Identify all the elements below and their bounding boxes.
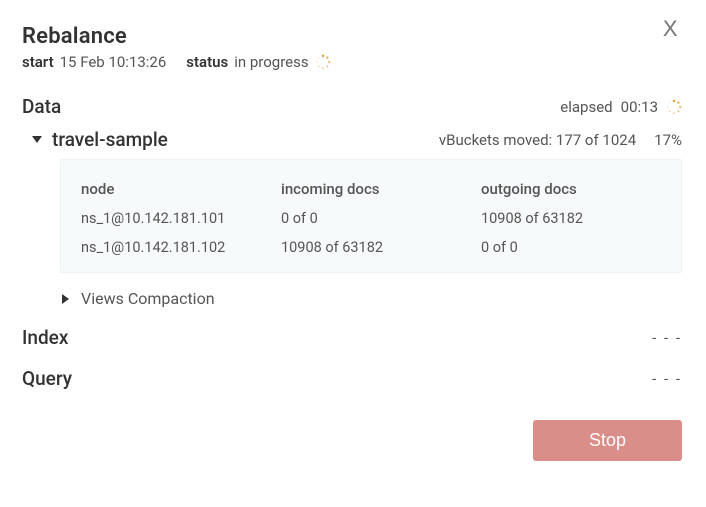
data-section-header: Data elapsed 00:13 — [22, 95, 682, 118]
button-row: Stop — [22, 420, 682, 461]
query-section: Query - - - — [22, 367, 682, 390]
close-button[interactable]: X — [663, 16, 678, 42]
node-table: node incoming docs outgoing docs ns_1@10… — [60, 159, 682, 273]
cell-incoming: 0 of 0 — [281, 210, 481, 227]
bucket-name: travel-sample — [52, 128, 168, 151]
vbuckets-percent: 17% — [654, 131, 682, 149]
col-node: node — [81, 180, 281, 198]
cell-node: ns_1@10.142.181.101 — [81, 210, 281, 227]
query-title: Query — [22, 367, 72, 390]
meta-line: start 15 Feb 10:13:26 status in progress — [22, 53, 682, 71]
views-compaction-label: Views Compaction — [81, 289, 215, 308]
start-value: 15 Feb 10:13:26 — [60, 53, 167, 71]
data-section-title: Data — [22, 95, 61, 118]
bucket-row[interactable]: travel-sample vBuckets moved: 177 of 102… — [32, 128, 682, 151]
cell-outgoing: 10908 of 63182 — [481, 210, 661, 227]
table-row: ns_1@10.142.181.102 10908 of 63182 0 of … — [81, 233, 661, 262]
vbuckets-label: vBuckets moved: — [439, 131, 552, 149]
rebalance-panel: X Rebalance start 15 Feb 10:13:26 status… — [0, 0, 706, 483]
cell-node: ns_1@10.142.181.102 — [81, 239, 281, 256]
cell-outgoing: 0 of 0 — [481, 239, 661, 256]
index-value: - - - — [652, 329, 682, 347]
views-compaction-row[interactable]: Views Compaction — [60, 289, 682, 308]
cell-incoming: 10908 of 63182 — [281, 239, 481, 256]
spinner-icon — [315, 54, 331, 70]
col-incoming: incoming docs — [281, 180, 481, 198]
status-value: in progress — [234, 53, 308, 71]
table-row: ns_1@10.142.181.101 0 of 0 10908 of 6318… — [81, 204, 661, 233]
start-label: start — [22, 53, 54, 71]
panel-title: Rebalance — [22, 24, 682, 49]
vbuckets-value: 177 of 1024 — [556, 131, 636, 149]
stop-button[interactable]: Stop — [533, 420, 682, 461]
status-label: status — [186, 53, 228, 71]
elapsed-label: elapsed — [560, 98, 612, 116]
caret-right-icon — [62, 294, 69, 304]
elapsed-value: 00:13 — [621, 98, 658, 116]
index-section: Index - - - — [22, 326, 682, 349]
spinner-icon — [666, 99, 682, 115]
query-value: - - - — [652, 370, 682, 388]
index-title: Index — [22, 326, 68, 349]
col-outgoing: outgoing docs — [481, 180, 661, 198]
table-header-row: node incoming docs outgoing docs — [81, 174, 661, 204]
caret-down-icon — [32, 136, 42, 143]
